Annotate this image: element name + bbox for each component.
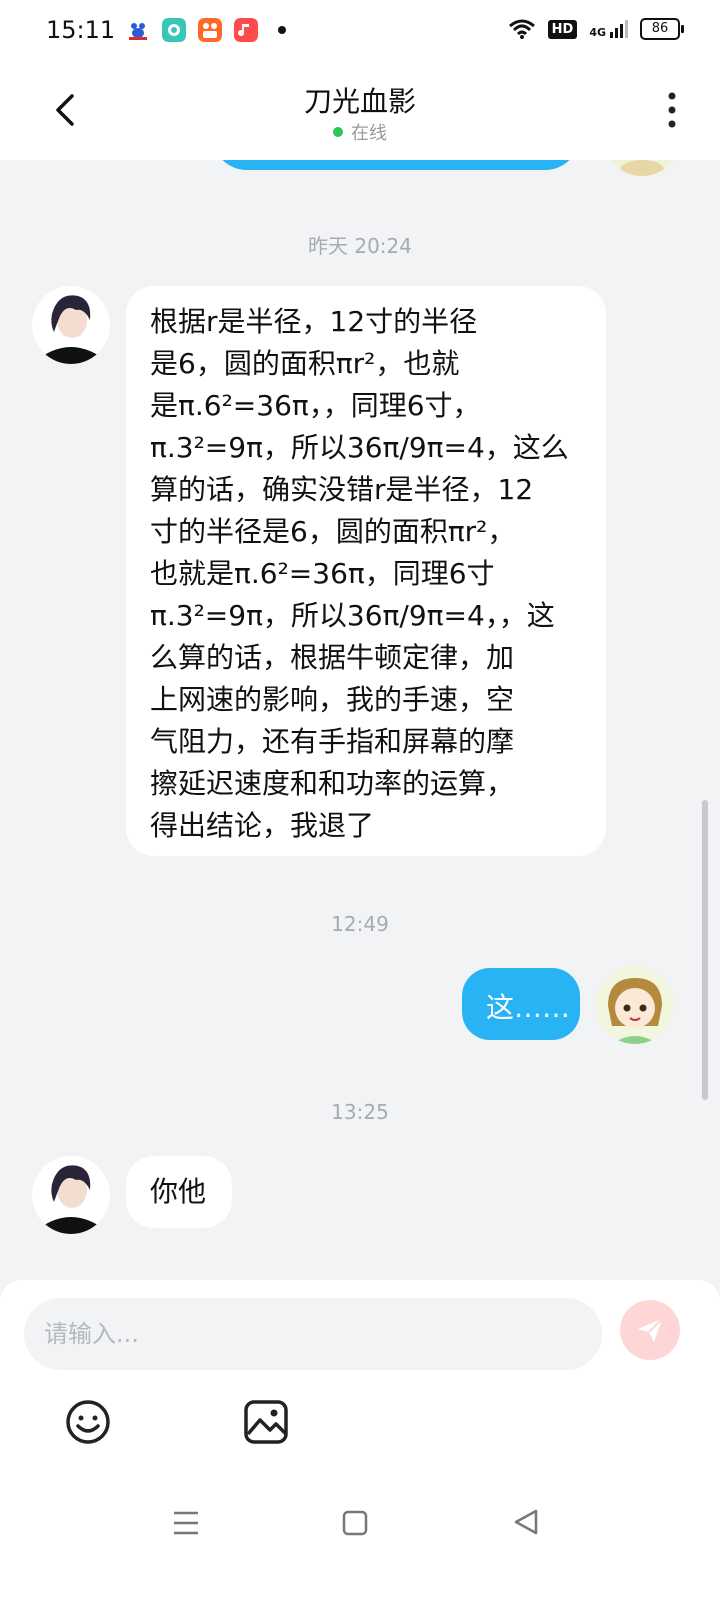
previous-outgoing-bubble[interactable]	[212, 160, 580, 170]
more-options-icon[interactable]	[664, 90, 680, 130]
online-dot-icon	[333, 127, 343, 137]
image-icon[interactable]	[242, 1398, 290, 1446]
green-app-icon	[162, 18, 186, 42]
message-input[interactable]	[24, 1298, 602, 1370]
presence-status: 在线	[0, 119, 720, 145]
home-icon[interactable]	[342, 1510, 368, 1536]
contact-avatar[interactable]	[32, 1156, 110, 1234]
timestamp: 昨天 20:24	[308, 234, 412, 258]
outgoing-message-bubble[interactable]: 这……	[462, 968, 580, 1040]
timestamp: 13:25	[331, 1100, 389, 1124]
contact-avatar[interactable]	[32, 286, 110, 364]
network-type: 4G	[589, 26, 606, 39]
battery-indicator: 86	[640, 18, 684, 40]
status-time: 15:11	[46, 16, 116, 44]
send-button[interactable]	[620, 1300, 680, 1360]
incoming-message-bubble[interactable]: 你他	[126, 1156, 232, 1228]
signal-icon: 4G	[589, 20, 628, 38]
my-avatar[interactable]	[596, 966, 674, 1044]
emoji-icon[interactable]	[64, 1398, 112, 1446]
notification-dot	[278, 26, 286, 34]
send-icon	[638, 1318, 663, 1342]
wifi-icon	[508, 19, 535, 39]
system-navigation-bar	[0, 1480, 720, 1600]
hd-badge: HD	[547, 19, 578, 39]
chat-header: 刀光血影 在线	[0, 64, 720, 160]
incoming-message-bubble[interactable]: 根据r是半径，12寸的半径 是6，圆的面积πr²，也就 是π.6²=36π，，同…	[126, 286, 606, 856]
message-list[interactable]: 昨天 20:24 根据r是半径，12寸的半径 是6，圆的面积πr²，也就 是π.…	[0, 160, 720, 1280]
my-avatar[interactable]	[604, 160, 680, 176]
baidu-icon	[126, 18, 150, 42]
back-triangle-icon[interactable]	[512, 1508, 540, 1536]
menu-icon[interactable]	[172, 1510, 200, 1536]
scrollbar[interactable]	[702, 800, 708, 1100]
status-right: HD 4G 86	[508, 18, 684, 40]
music-app-icon	[234, 18, 258, 42]
status-app-icons	[126, 18, 286, 42]
presence-text: 在线	[351, 123, 387, 144]
contact-name: 刀光血影	[303, 85, 416, 118]
timestamp: 12:49	[331, 912, 389, 936]
status-bar: 15:11 HD 4G 86	[0, 0, 720, 64]
video-app-icon	[198, 18, 222, 42]
